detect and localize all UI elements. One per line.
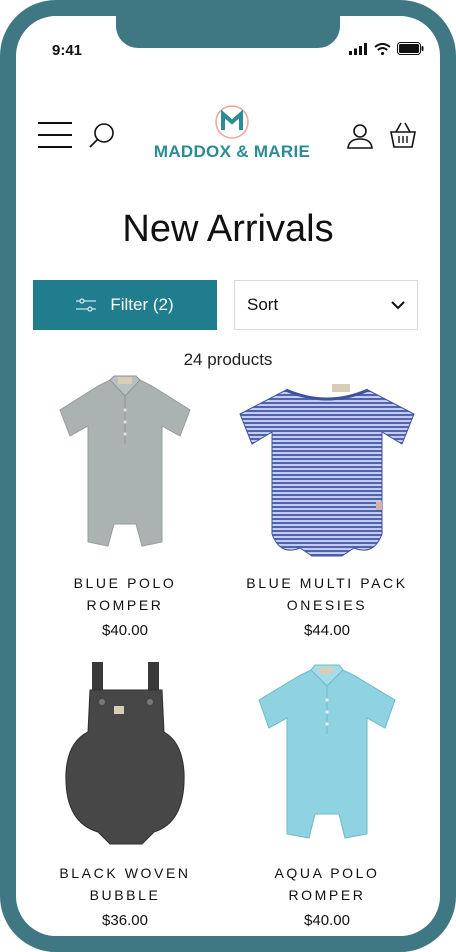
product-card[interactable]: BLACK WOVEN BUBBLE $36.00: [30, 662, 220, 929]
brand-logo-icon: [215, 105, 249, 139]
product-image: [59, 375, 191, 547]
user-icon[interactable]: [346, 122, 374, 150]
product-count: 24 products: [183, 350, 273, 369]
product-name: AQUA POLO ROMPER: [274, 865, 380, 903]
signal-icon: [349, 42, 367, 55]
wifi-icon: [374, 42, 391, 55]
status-icons: [349, 42, 424, 55]
product-image: [258, 664, 396, 839]
site-header: MADDOX & MARIE: [16, 92, 440, 172]
product-card[interactable]: BLUE MULTI PACK ONESIES $44.00: [232, 374, 422, 639]
notch: [116, 16, 340, 48]
basket-icon[interactable]: [388, 120, 418, 150]
sort-label: Sort: [247, 295, 279, 314]
product-card[interactable]: AQUA POLO ROMPER $40.00: [232, 662, 422, 929]
chevron-down-icon: [391, 300, 405, 309]
brand-logo[interactable]: MADDOX & MARIE: [151, 104, 313, 162]
status-time: 9:41: [52, 42, 83, 59]
product-image: [239, 384, 415, 557]
product-price: $40.00: [304, 912, 350, 929]
page-title: New Arrivals: [122, 208, 334, 250]
product-name: BLUE MULTI PACK ONESIES: [246, 575, 408, 613]
filter-button[interactable]: Filter (2): [33, 280, 217, 330]
hamburger-menu-icon[interactable]: [38, 122, 72, 148]
product-price: $40.00: [102, 622, 148, 639]
product-price: $36.00: [102, 912, 148, 929]
brand-name: MADDOX & MARIE: [153, 142, 311, 161]
phone-frame: 9:41 MADDOX & MARIE New Arrivals Filter …: [0, 0, 456, 952]
sliders-icon: [76, 298, 97, 312]
product-card[interactable]: BLUE POLO ROMPER $40.00: [30, 374, 220, 639]
product-price: $44.00: [304, 622, 350, 639]
filter-label: Filter (2): [110, 295, 174, 314]
product-name: BLACK WOVEN BUBBLE: [59, 865, 191, 903]
battery-icon: [397, 42, 424, 55]
product-image: [65, 662, 185, 845]
product-name: BLUE POLO ROMPER: [73, 575, 177, 613]
search-icon[interactable]: [88, 122, 116, 150]
sort-dropdown[interactable]: Sort: [234, 280, 418, 330]
